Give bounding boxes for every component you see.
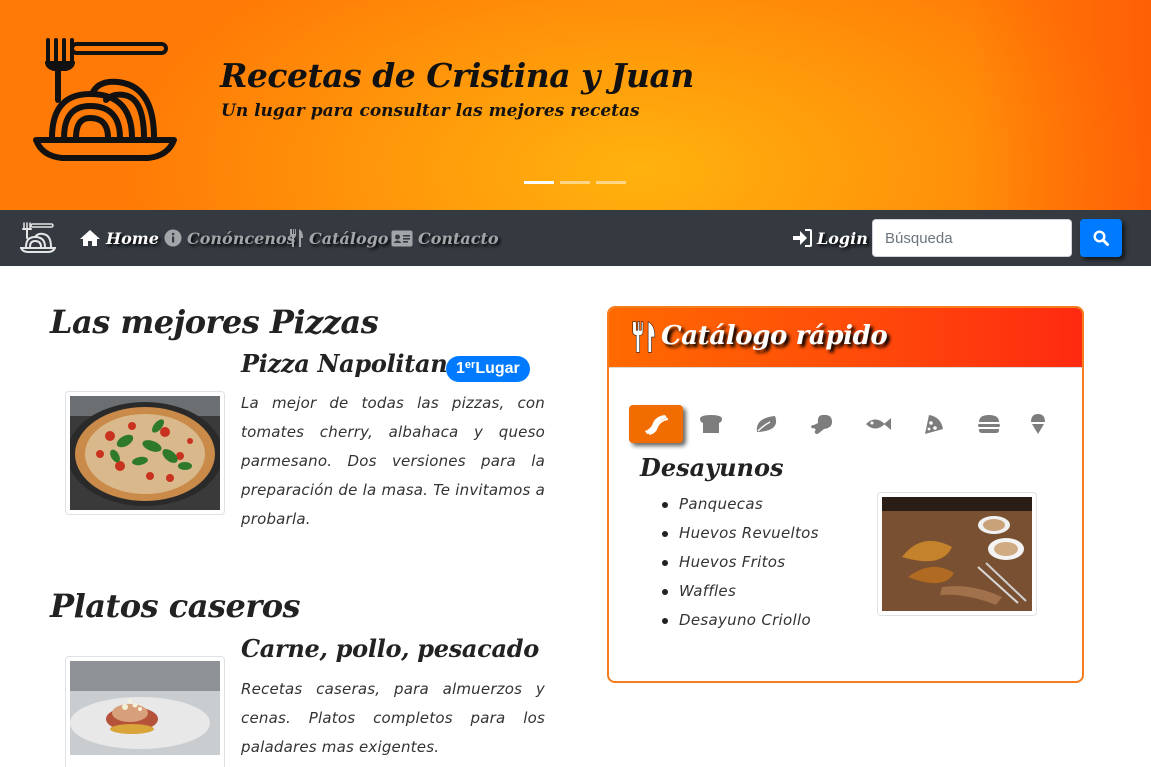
- search-button[interactable]: [1080, 219, 1122, 257]
- list-item[interactable]: Waffles: [659, 577, 819, 606]
- info-circle-icon: [164, 229, 182, 247]
- nav-catalog[interactable]: Catálogo: [288, 226, 388, 250]
- nav-home-label: Home: [106, 228, 159, 248]
- bacon-icon: [645, 415, 669, 435]
- pizza-image[interactable]: [65, 391, 225, 515]
- bread-slice-icon: [700, 415, 722, 433]
- category-heading: Desayunos: [640, 453, 784, 482]
- badge-sup: er: [464, 359, 476, 371]
- utensils-icon: [632, 321, 656, 353]
- list-item[interactable]: Huevos Fritos: [659, 548, 819, 577]
- banner-gradient-edge: [971, 0, 1151, 210]
- site-subtitle: Un lugar para consultar las mejores rece…: [221, 101, 640, 121]
- address-card-icon: [391, 230, 413, 247]
- section-title-pizzas: Las mejores Pizzas: [50, 303, 379, 341]
- carousel-indicator-1[interactable]: [524, 181, 554, 184]
- navbar-brand-logo[interactable]: [20, 221, 56, 253]
- badge-label: Lugar: [475, 360, 520, 377]
- nav-about[interactable]: Conóncenos: [164, 226, 296, 250]
- home-icon: [79, 229, 101, 247]
- tab-pizza[interactable]: [906, 405, 960, 443]
- pizza-description: La mejor de todas las pizzas, con tomate…: [241, 394, 545, 528]
- nav-catalog-label: Catálogo: [309, 228, 389, 248]
- nav-contact[interactable]: Contacto: [391, 226, 499, 250]
- hamburger-icon: [978, 415, 1000, 433]
- search-input[interactable]: [872, 219, 1072, 257]
- homemade-description: Recetas caseras, para almuerzos y cenas.…: [241, 680, 545, 756]
- tab-desserts[interactable]: [1011, 405, 1065, 443]
- card-header: Catálogo rápido: [609, 308, 1082, 368]
- carousel-indicator-2[interactable]: [560, 181, 590, 184]
- list-item[interactable]: Desayuno Criollo: [659, 606, 819, 635]
- nav-about-label: Conóncenos: [187, 228, 296, 248]
- spaghetti-plate-icon: [33, 38, 177, 161]
- quick-catalog-card: Catálogo rápido Desayunos Panquecas Huev…: [607, 306, 1084, 683]
- breakfast-image[interactable]: [877, 492, 1037, 616]
- category-recipe-list: Panquecas Huevos Revueltos Huevos Fritos…: [659, 490, 819, 635]
- section-title-homemade: Platos caseros: [50, 587, 301, 625]
- card-title: Catálogo rápido: [661, 321, 888, 351]
- homemade-dish-image[interactable]: [65, 656, 225, 767]
- sign-in-icon: [792, 229, 812, 247]
- tab-vegetarian[interactable]: [740, 405, 794, 443]
- carousel-indicators: [524, 181, 626, 184]
- ice-cream-icon: [1031, 414, 1045, 434]
- login-label: Login: [817, 228, 868, 248]
- leaf-icon: [756, 416, 777, 432]
- fish-icon: [866, 418, 891, 430]
- rank-badge: 1 er Lugar: [446, 356, 530, 382]
- badge-number: 1: [456, 360, 465, 377]
- carousel-indicator-3[interactable]: [596, 181, 626, 184]
- tab-bread[interactable]: [684, 405, 738, 443]
- hero-carousel[interactable]: Recetas de Cristina y Juan Un lugar para…: [0, 0, 1151, 210]
- list-item[interactable]: Huevos Revueltos: [659, 519, 819, 548]
- tab-fish[interactable]: [851, 405, 905, 443]
- nav-contact-label: Contacto: [418, 228, 499, 248]
- search-icon: [1093, 230, 1109, 246]
- list-item[interactable]: Panquecas: [659, 490, 819, 519]
- tab-burgers[interactable]: [962, 405, 1016, 443]
- nav-home[interactable]: Home: [79, 226, 159, 250]
- drumstick-icon: [811, 414, 832, 434]
- login-link[interactable]: Login: [792, 226, 868, 250]
- site-title: Recetas de Cristina y Juan: [220, 56, 694, 95]
- tab-chicken[interactable]: [795, 405, 849, 443]
- tab-breakfast[interactable]: [629, 405, 683, 443]
- item-title-meats[interactable]: Carne, pollo, pesacado: [241, 634, 539, 663]
- utensils-icon: [288, 228, 304, 248]
- pizza-slice-icon: [925, 415, 943, 434]
- item-title-pizza[interactable]: Pizza Napolitana: [241, 349, 463, 378]
